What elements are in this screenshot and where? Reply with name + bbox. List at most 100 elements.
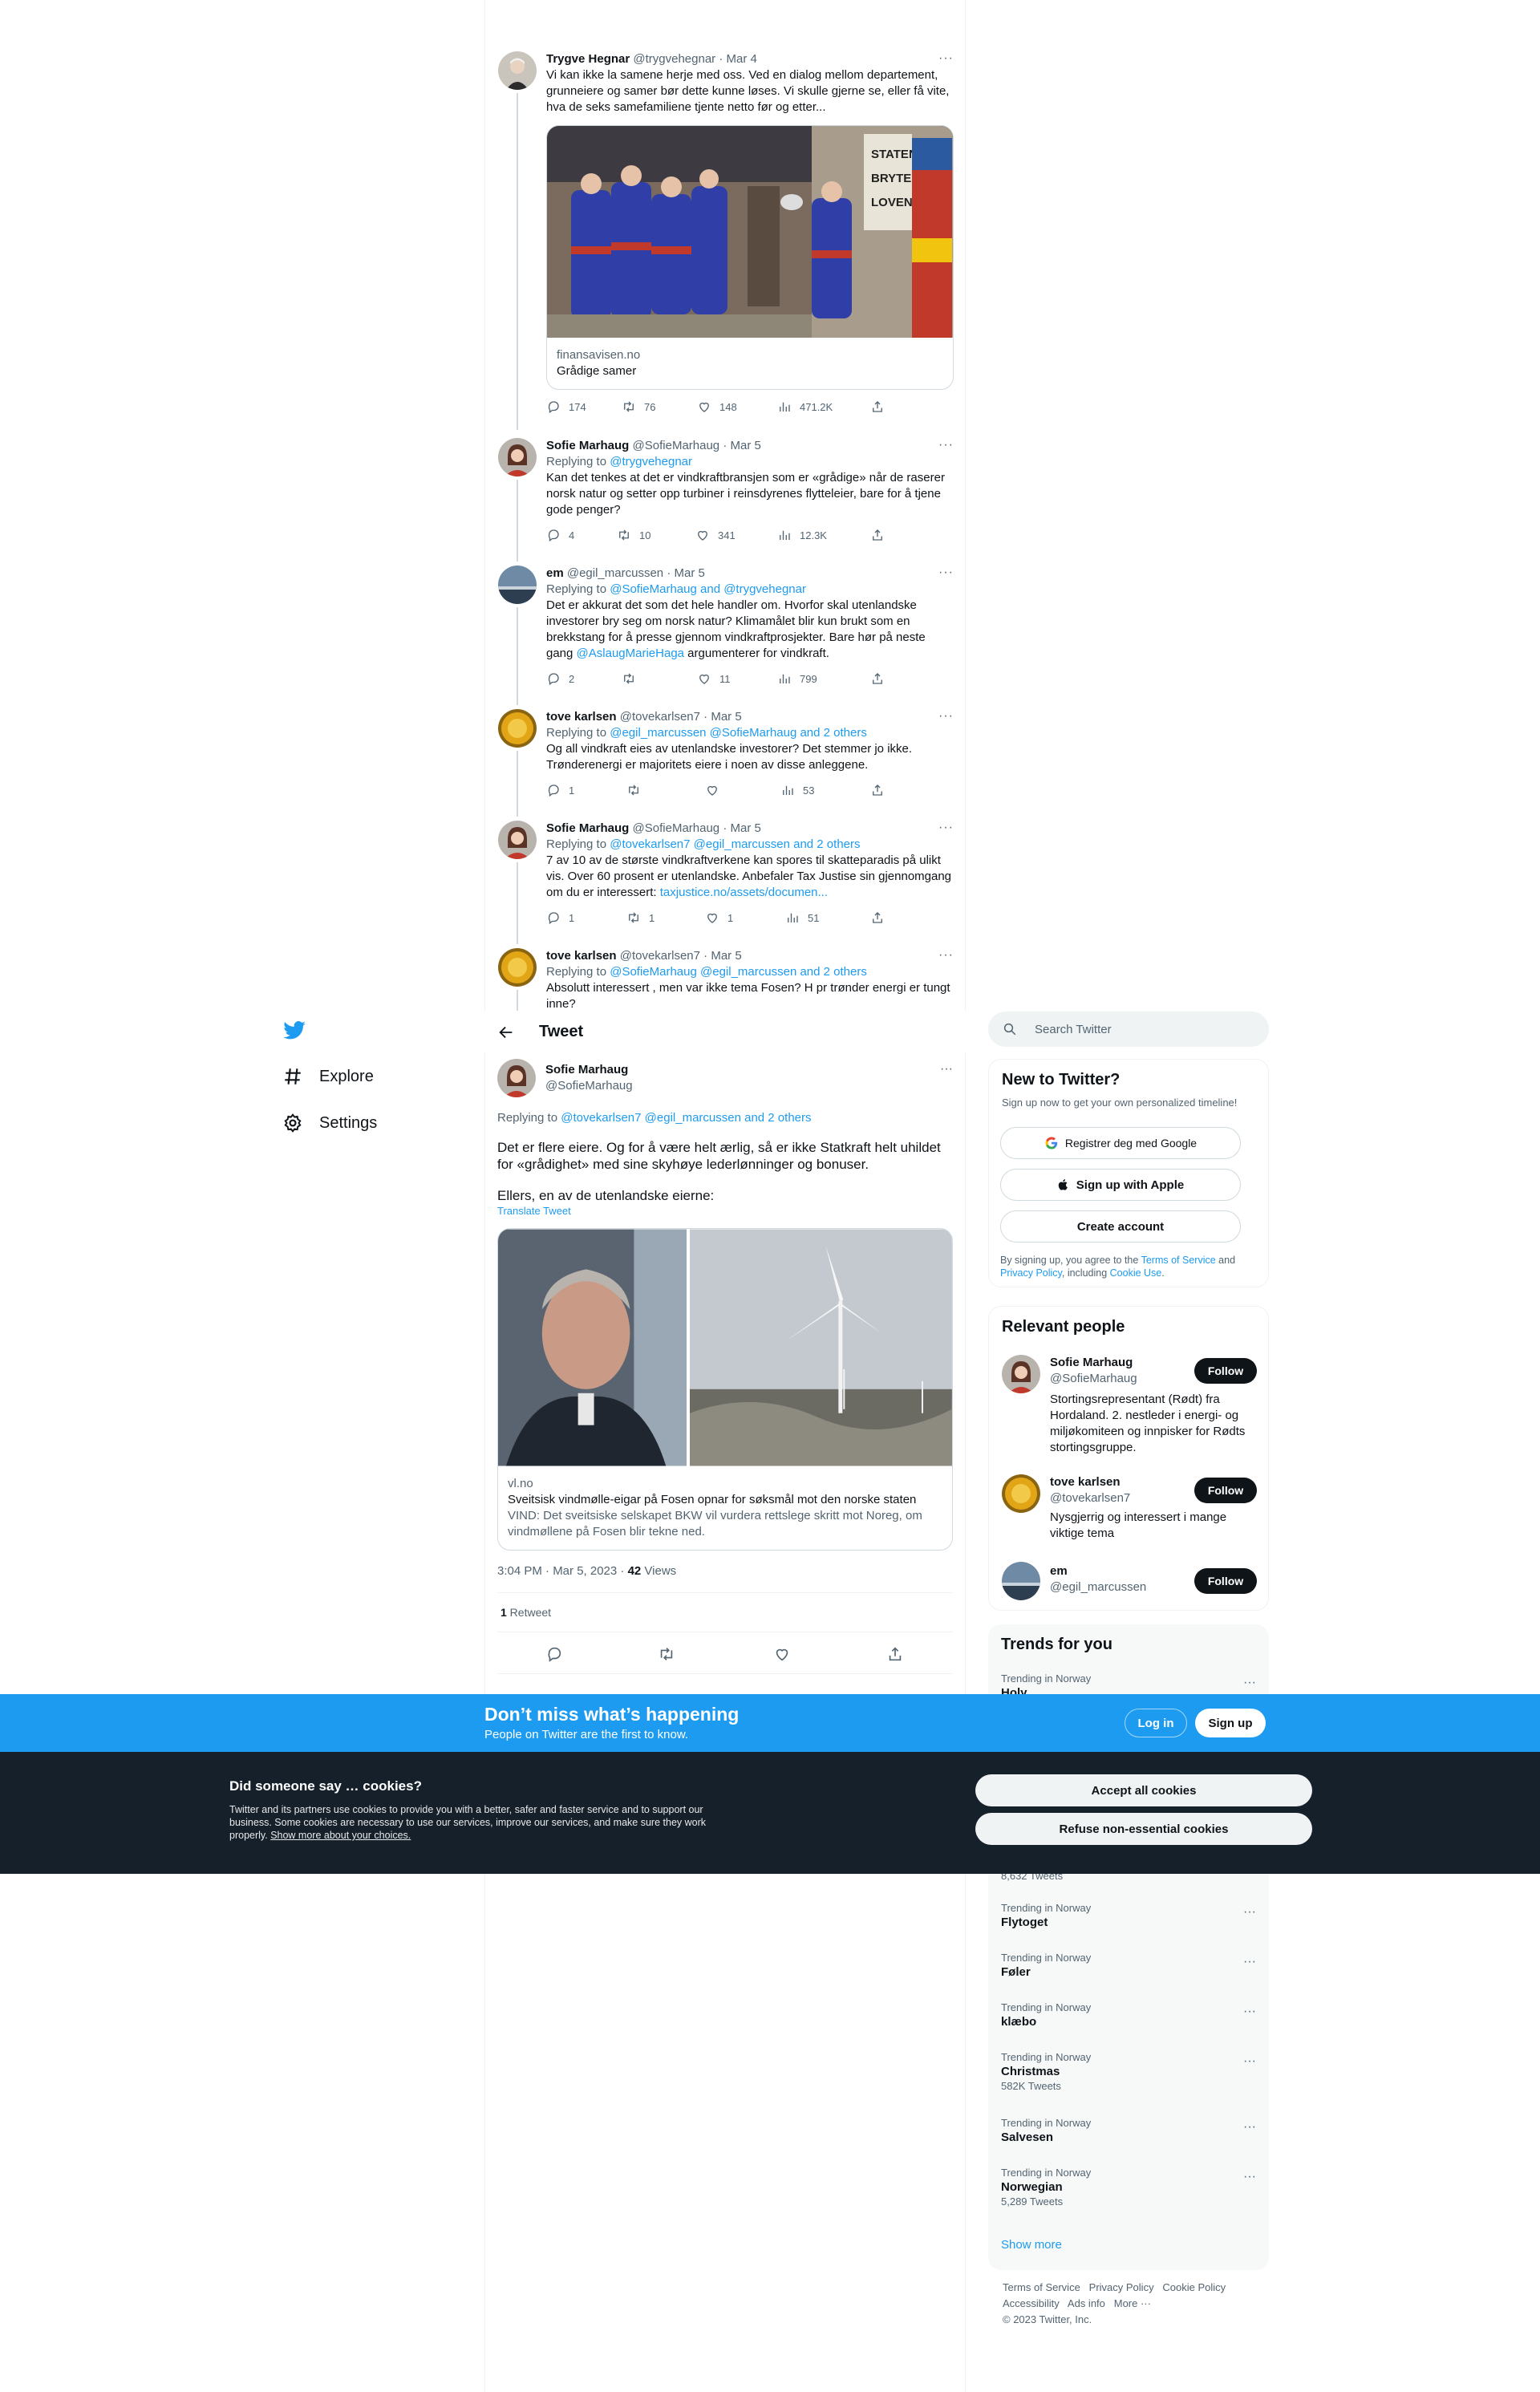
trend-item[interactable]: Trending in Norway klæbo ···: [1001, 2001, 1256, 2030]
author-name[interactable]: Trygve Hegnar: [546, 52, 630, 66]
author-handle[interactable]: @SofieMarhaug: [545, 1078, 633, 1094]
link-card[interactable]: STATEN BRYTER LOVEN finansavisen.no Gråd…: [546, 125, 954, 390]
person-item[interactable]: tove karlsen @tovekarlsen7 Follow Nysgje…: [1002, 1474, 1257, 1547]
retweet-stats[interactable]: 1 Retweet: [497, 1593, 953, 1632]
retweet-button[interactable]: 1: [626, 910, 654, 925]
author-handle[interactable]: @tovekarlsen7: [620, 710, 700, 724]
tweet[interactable]: tove karlsen @tovekarlsen7 · Mar 5 ··· R…: [498, 948, 954, 1011]
create-account-button[interactable]: Create account: [1000, 1210, 1241, 1243]
tweet[interactable]: Sofie Marhaug @SofieMarhaug · Mar 5 ··· …: [498, 821, 954, 944]
tweet[interactable]: tove karlsen @tovekarlsen7 · Mar 5 ··· R…: [498, 709, 954, 817]
like-button[interactable]: 341: [695, 528, 736, 542]
retweet-button[interactable]: 10: [617, 528, 650, 542]
privacy-link[interactable]: Privacy Policy: [1000, 1267, 1062, 1279]
avatar[interactable]: [1002, 1474, 1040, 1513]
accept-cookies-button[interactable]: Accept all cookies: [975, 1774, 1312, 1806]
replying-mention[interactable]: @trygvehegnar: [610, 455, 692, 468]
follow-button[interactable]: Follow: [1194, 1568, 1257, 1594]
follow-button[interactable]: Follow: [1194, 1358, 1257, 1384]
author-name[interactable]: tove karlsen: [546, 949, 617, 963]
avatar[interactable]: [1002, 1355, 1040, 1393]
like-button[interactable]: 11: [697, 671, 731, 686]
search-input[interactable]: Search Twitter: [988, 1012, 1269, 1047]
share-button[interactable]: [870, 528, 885, 542]
reply-button[interactable]: 4: [546, 528, 574, 542]
apple-signup-button[interactable]: Sign up with Apple: [1000, 1169, 1241, 1201]
person-name[interactable]: em: [1050, 1563, 1178, 1579]
footer-ads-link[interactable]: Ads info: [1068, 2297, 1105, 2309]
footer-accessibility-link[interactable]: Accessibility: [1003, 2297, 1060, 2309]
avatar[interactable]: [498, 709, 537, 748]
more-icon[interactable]: ···: [938, 948, 954, 963]
tweet-date[interactable]: · Mar 5: [723, 821, 761, 835]
retweet-button[interactable]: [622, 671, 636, 686]
more-icon[interactable]: ···: [938, 709, 954, 724]
avatar[interactable]: [498, 566, 537, 604]
share-button[interactable]: [870, 671, 885, 686]
footer-terms-link[interactable]: Terms of Service: [1003, 2281, 1080, 2293]
more-icon[interactable]: ···: [938, 566, 954, 580]
replying-mention[interactable]: @SofieMarhaug and @trygvehegnar: [610, 582, 806, 596]
reply-icon[interactable]: [545, 1645, 563, 1663]
author-name[interactable]: Sofie Marhaug: [546, 439, 629, 452]
tweet-date[interactable]: · Mar 5: [703, 710, 742, 724]
avatar[interactable]: [497, 1059, 536, 1097]
reply-button[interactable]: 1: [546, 910, 574, 925]
replying-mention[interactable]: @tovekarlsen7 @egil_marcussen and 2 othe…: [610, 837, 860, 851]
person-name[interactable]: Sofie Marhaug: [1050, 1355, 1178, 1371]
heart-icon[interactable]: [773, 1645, 791, 1663]
replying-mention[interactable]: @tovekarlsen7 @egil_marcussen and 2 othe…: [561, 1111, 811, 1125]
views-button[interactable]: 51: [785, 910, 819, 925]
avatar[interactable]: [1002, 1562, 1040, 1600]
share-button[interactable]: [870, 910, 885, 925]
reply-button[interactable]: 174: [546, 399, 586, 414]
show-more-link[interactable]: Show more: [1001, 2238, 1062, 2252]
avatar[interactable]: [498, 51, 537, 90]
author-handle[interactable]: @SofieMarhaug: [633, 439, 720, 452]
person-handle[interactable]: @tovekarlsen7: [1050, 1490, 1178, 1506]
retweet-button[interactable]: 76: [622, 399, 655, 414]
back-arrow-icon[interactable]: [497, 1024, 515, 1041]
more-icon[interactable]: ···: [1243, 2005, 1256, 2019]
more-icon[interactable]: ···: [1243, 2054, 1256, 2069]
tweet-date[interactable]: · Mar 4: [719, 52, 757, 66]
cookie-use-link[interactable]: Cookie Use: [1110, 1267, 1162, 1279]
avatar[interactable]: [498, 821, 537, 859]
replying-mention[interactable]: @SofieMarhaug @egil_marcussen and 2 othe…: [610, 965, 867, 979]
retweet-icon[interactable]: [658, 1645, 675, 1663]
tweet[interactable]: em @egil_marcussen · Mar 5 ··· Replying …: [498, 566, 954, 705]
footer-privacy-link[interactable]: Privacy Policy: [1089, 2281, 1154, 2293]
person-item[interactable]: em @egil_marcussen Follow: [1002, 1562, 1257, 1600]
trend-item[interactable]: Trending in Norway Salvesen ···: [1001, 2117, 1256, 2146]
external-link[interactable]: taxjustice.no/assets/documen...: [660, 886, 828, 899]
avatar[interactable]: [498, 948, 537, 987]
follow-button[interactable]: Follow: [1194, 1478, 1257, 1503]
more-icon[interactable]: ···: [938, 51, 954, 66]
avatar[interactable]: [498, 438, 537, 476]
author-name[interactable]: em: [546, 566, 564, 580]
more-icon[interactable]: ···: [938, 438, 954, 452]
trend-item[interactable]: Trending in Norway Christmas 582K Tweets…: [1001, 2051, 1256, 2093]
more-icon[interactable]: ···: [1243, 1955, 1256, 1969]
share-button[interactable]: [870, 783, 885, 797]
trend-item[interactable]: Trending in Norway Norwegian 5,289 Tweet…: [1001, 2167, 1256, 2208]
nav-explore[interactable]: Explore: [282, 1066, 374, 1087]
like-button[interactable]: 1: [705, 910, 733, 925]
author-handle[interactable]: @tovekarlsen7: [620, 949, 700, 963]
reply-button[interactable]: 1: [546, 783, 574, 797]
views-button[interactable]: 799: [777, 671, 817, 686]
share-icon[interactable]: [886, 1645, 904, 1663]
author-handle[interactable]: @egil_marcussen: [567, 566, 663, 580]
tweet-date[interactable]: · Mar 5: [723, 439, 761, 452]
person-handle[interactable]: @egil_marcussen: [1050, 1579, 1178, 1595]
twitter-logo-icon[interactable]: [282, 1019, 306, 1043]
views-button[interactable]: 53: [780, 783, 814, 797]
retweet-button[interactable]: [626, 783, 641, 797]
reply-button[interactable]: 2: [546, 671, 574, 686]
refuse-cookies-button[interactable]: Refuse non-essential cookies: [975, 1813, 1312, 1845]
mention-link[interactable]: @AslaugMarieHaga: [577, 647, 684, 660]
person-name[interactable]: tove karlsen: [1050, 1474, 1178, 1490]
signup-button[interactable]: Sign up: [1195, 1709, 1266, 1737]
tweet[interactable]: Trygve Hegnar @trygvehegnar · Mar 4 ··· …: [498, 51, 954, 430]
more-icon[interactable]: ···: [1243, 1905, 1256, 1920]
